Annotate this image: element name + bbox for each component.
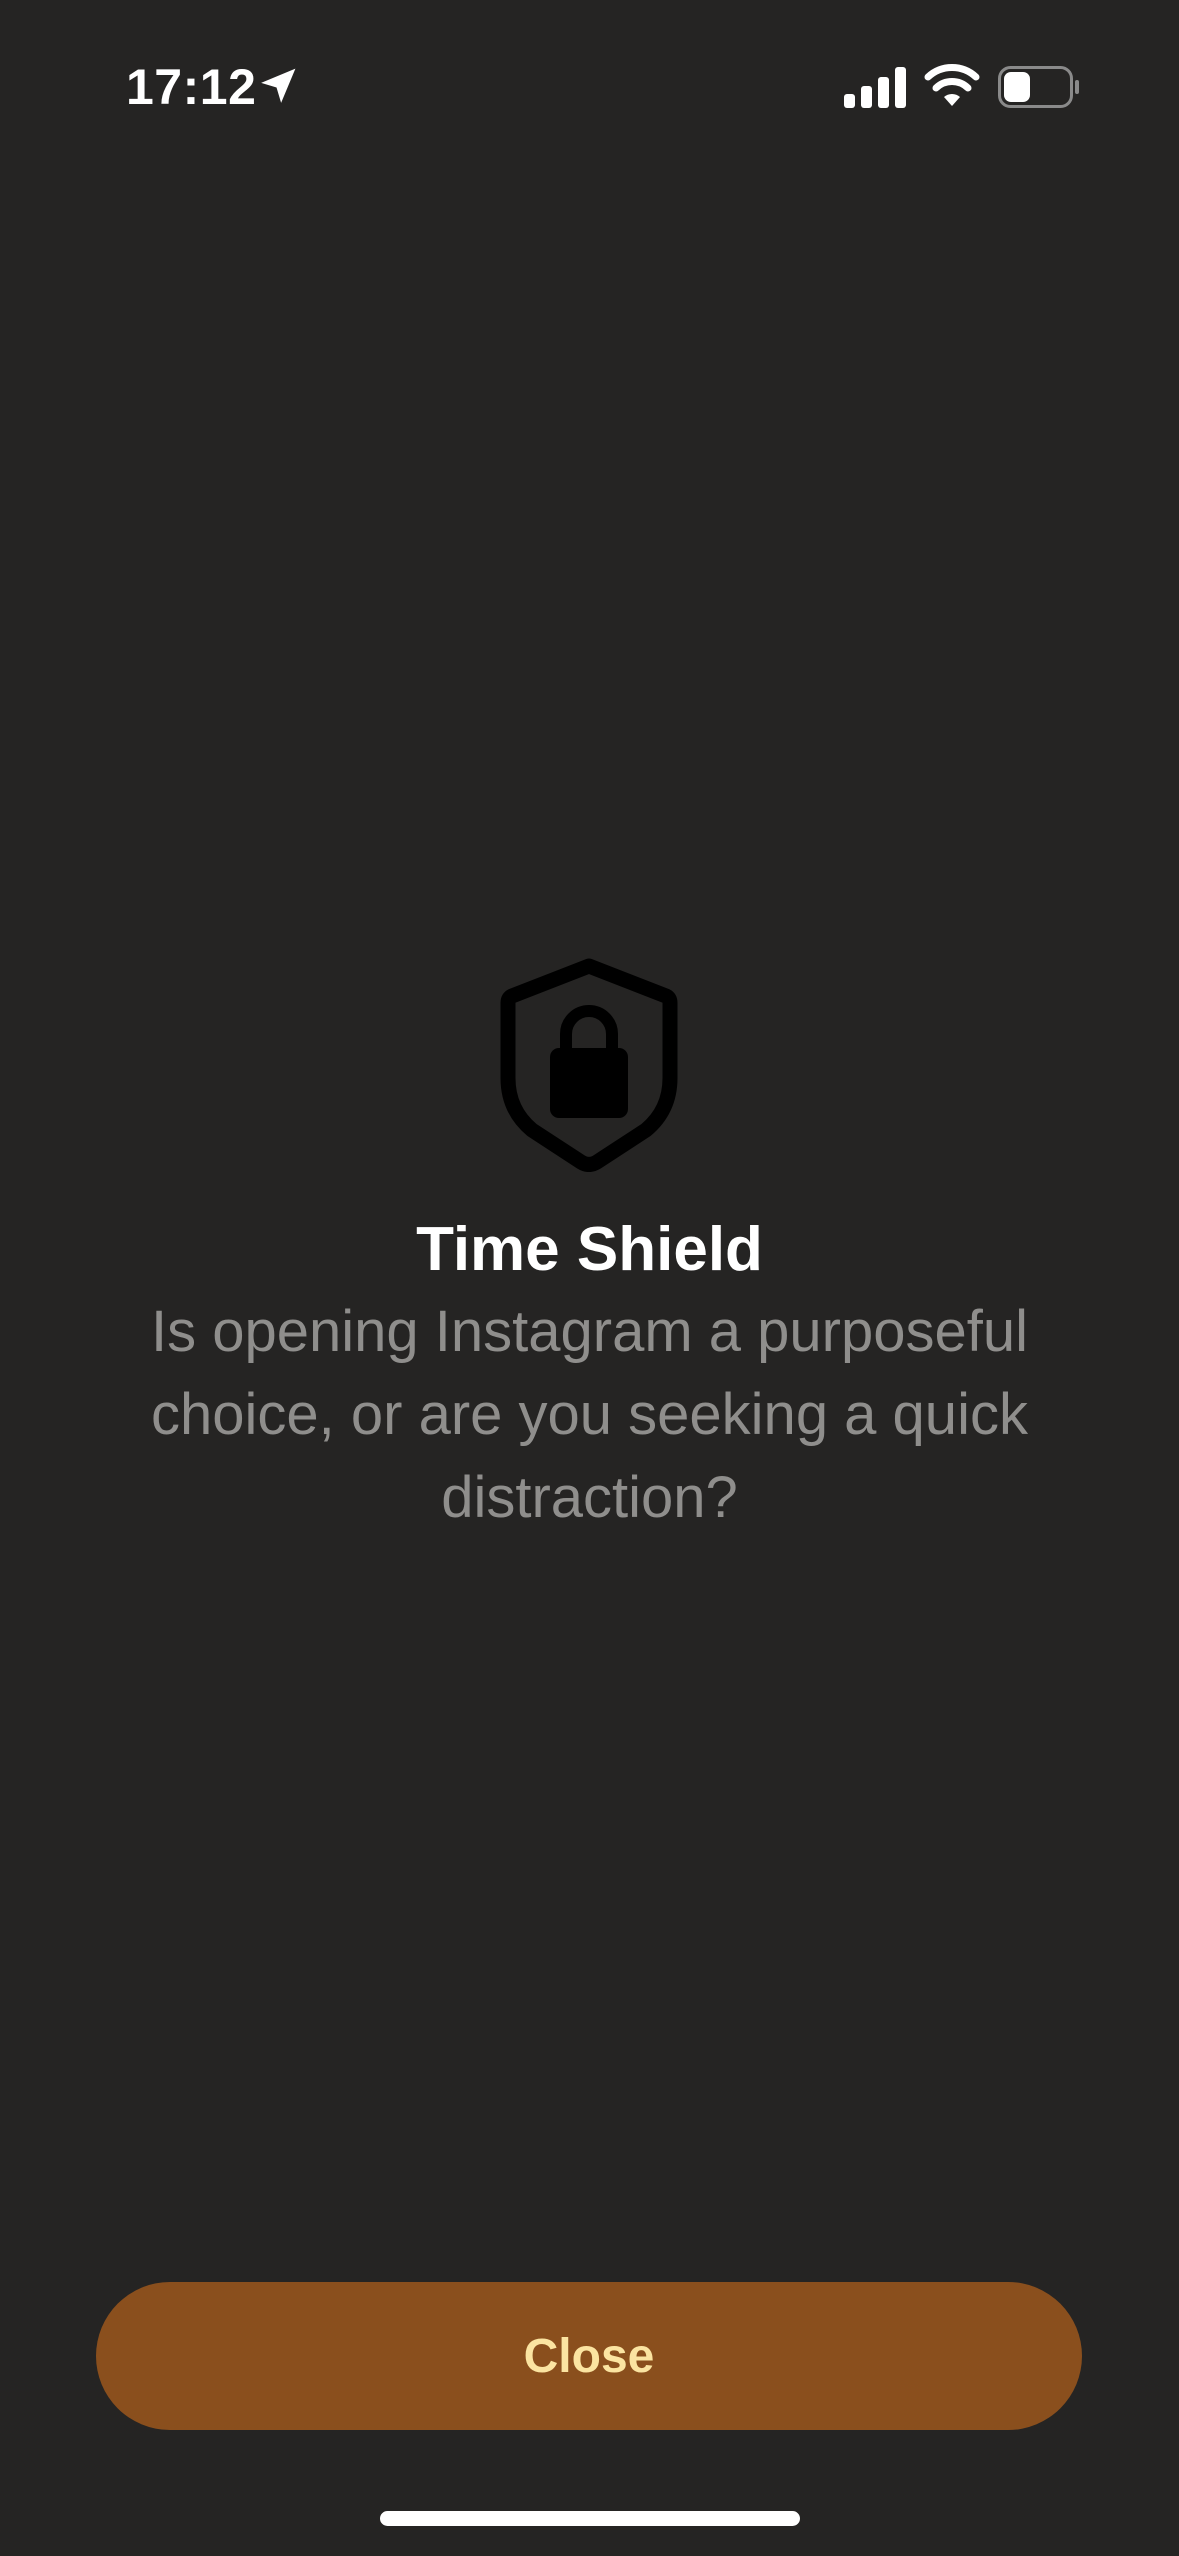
shield-title: Time Shield (416, 1215, 763, 1284)
close-button[interactable]: Close (96, 2282, 1082, 2430)
home-indicator[interactable] (380, 2511, 800, 2526)
close-button-label: Close (523, 2329, 655, 2383)
status-bar: 17:12 (0, 0, 1179, 170)
battery-low-icon (998, 66, 1079, 108)
shield-message: Is opening Instagram a purposeful choice… (151, 1299, 1028, 1530)
wifi-icon (924, 64, 980, 106)
location-arrow-icon (261, 68, 296, 103)
shield-lock-icon (500, 958, 678, 1172)
cellular-signal-icon (844, 67, 906, 108)
status-time: 17:12 (126, 59, 257, 115)
